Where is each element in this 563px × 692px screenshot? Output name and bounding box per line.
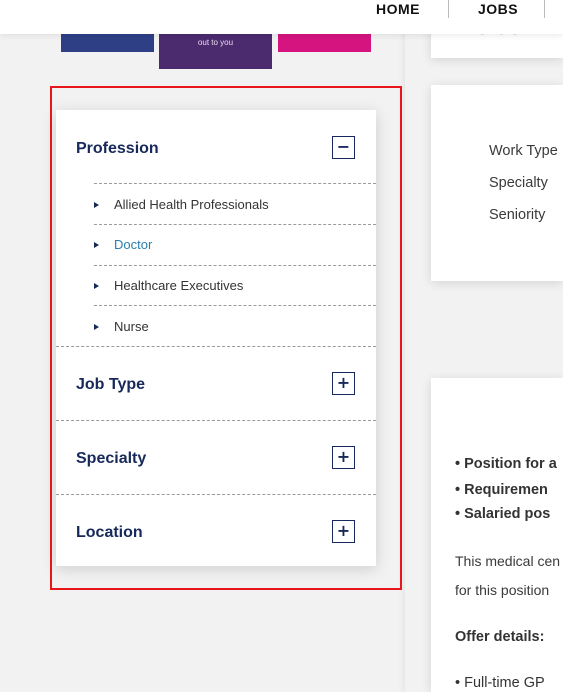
filter-location-title[interactable]: Location <box>76 524 143 542</box>
description-bullet: • Salaried pos <box>455 506 551 522</box>
filter-location-expand-button[interactable]: + <box>332 520 355 543</box>
promo-tile-purple[interactable]: out to you <box>159 30 272 69</box>
job-description-card: • Position for a • Requiremen • Salaried… <box>431 378 563 692</box>
profession-option-doctor[interactable]: Doctor <box>92 237 352 257</box>
profession-option-label: Nurse <box>114 319 149 334</box>
divider <box>94 224 376 225</box>
divider <box>56 420 376 421</box>
summary-work-type-label: Work Type <box>489 143 558 159</box>
offer-bullet: • Full-time GP <box>455 675 545 691</box>
divider <box>94 265 376 266</box>
description-bullet: • Requiremen <box>455 482 548 498</box>
caret-right-icon <box>94 324 99 330</box>
caret-right-icon <box>94 283 99 289</box>
profession-option-label: Allied Health Professionals <box>114 197 269 212</box>
profession-option-label: Healthcare Executives <box>114 278 244 293</box>
description-text-line: This medical cen <box>455 553 561 569</box>
promo-tile-text: out to you <box>197 38 234 47</box>
filter-specialty-expand-button[interactable]: + <box>332 446 355 469</box>
filter-job-type-expand-button[interactable]: + <box>332 372 355 395</box>
summary-seniority-label: Seniority <box>489 207 546 223</box>
summary-specialty-label: Specialty <box>489 175 548 191</box>
profession-option-nurse[interactable]: Nurse <box>92 319 352 339</box>
nav-home-link[interactable]: HOME <box>376 1 420 19</box>
divider <box>94 183 376 184</box>
nav-divider <box>448 0 449 18</box>
top-navigation: HOME JOBS <box>0 0 563 34</box>
filter-job-type-title[interactable]: Job Type <box>76 376 145 394</box>
job-summary-card: Work Type Specialty Seniority <box>431 85 563 281</box>
profession-option-healthcare-executives[interactable]: Healthcare Executives <box>92 278 352 298</box>
divider <box>56 346 376 347</box>
caret-right-icon <box>94 242 99 248</box>
profession-option-allied-health[interactable]: Allied Health Professionals <box>92 197 352 217</box>
caret-right-icon <box>94 202 99 208</box>
divider <box>94 305 376 306</box>
description-text-line: for this position <box>455 582 550 598</box>
nav-jobs-link[interactable]: JOBS <box>478 1 518 19</box>
divider <box>56 494 376 495</box>
filter-profession-title[interactable]: Profession <box>76 140 159 158</box>
description-bullet: • Position for a <box>455 456 557 472</box>
nav-divider <box>544 0 545 18</box>
profession-option-label: Doctor <box>114 237 153 252</box>
offer-details-heading: Offer details: <box>455 629 545 645</box>
filter-profession-collapse-button[interactable]: − <box>332 136 355 159</box>
job-filter-panel: Profession − Allied Health Professionals… <box>56 110 376 566</box>
filter-specialty-title[interactable]: Specialty <box>76 450 146 468</box>
